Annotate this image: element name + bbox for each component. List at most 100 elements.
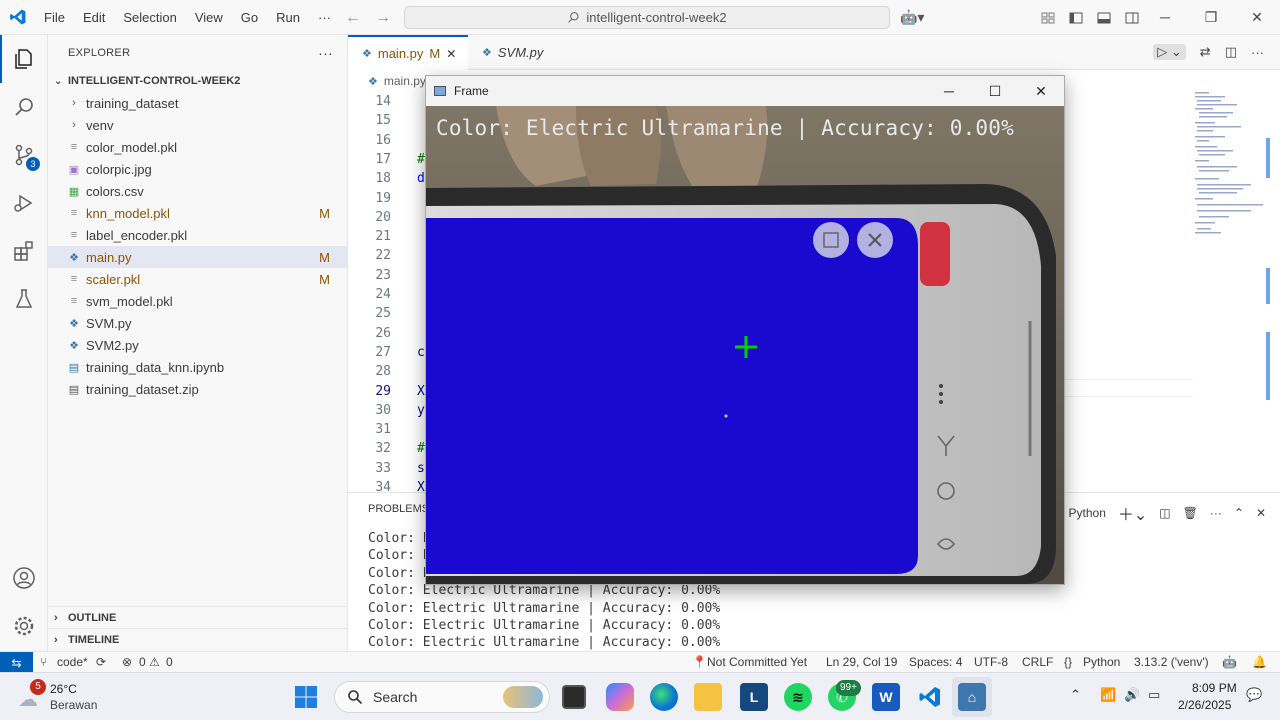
encoding[interactable]: UTF-8 — [974, 652, 1008, 672]
menu-selection[interactable]: Selection — [114, 0, 185, 35]
split-editor-icon[interactable]: ◫ — [1225, 44, 1237, 60]
code-line[interactable]: # — [417, 152, 425, 167]
frame-minimize-icon[interactable]: ─ — [926, 76, 972, 106]
branch-name[interactable]: code* — [57, 652, 88, 672]
tree-item-knn-model-pkl[interactable]: ≡ knn_model.pkl M — [48, 202, 347, 224]
tree-item-training-data-knn-ipynb[interactable]: ▤ training_data_knn.ipynb — [48, 356, 347, 378]
tree-item-training-dataset-zip[interactable]: ▤ training_dataset.zip — [48, 378, 347, 400]
tab-main-py[interactable]: ❖ main.py M ✕ — [348, 35, 468, 70]
maximize-panel-icon[interactable]: ⌃ — [1234, 506, 1244, 520]
frame-window[interactable]: Frame ─ ☐ ✕ Color: Electric Ultramarine … — [425, 75, 1065, 585]
error-count[interactable]: 0 — [139, 652, 146, 672]
task-view-icon[interactable] — [562, 685, 586, 709]
tree-item-svm2-py[interactable]: ❖ SVM2.py — [48, 334, 347, 356]
spotify-icon[interactable]: ≋ — [784, 683, 812, 711]
close-panel-icon[interactable]: ✕ — [1256, 506, 1266, 520]
file-explorer-icon[interactable] — [694, 683, 722, 711]
edge-browser-icon[interactable] — [650, 683, 678, 711]
code-line[interactable]: # — [417, 441, 425, 456]
run-python-file-icon[interactable]: ▷ ⌄ — [1153, 44, 1186, 60]
indentation[interactable]: Spaces: 4 — [909, 652, 962, 672]
split-terminal-icon[interactable]: ◫ — [1159, 506, 1170, 520]
menu-more[interactable]: ··· — [309, 0, 340, 35]
forward-arrow-icon[interactable]: → — [375, 0, 391, 35]
python-interpreter[interactable]: 3.13.2 ('venv') — [1134, 652, 1209, 672]
accounts-icon[interactable] — [0, 554, 48, 602]
code-line[interactable]: c — [417, 345, 425, 360]
restore-icon[interactable]: ❐ — [1188, 0, 1234, 35]
chevron-up-icon[interactable]: ⌃ — [1070, 687, 1081, 703]
extensions-icon[interactable] — [0, 227, 48, 275]
compare-changes-icon[interactable]: ⇄ — [1200, 44, 1211, 60]
run-debug-icon[interactable] — [0, 179, 48, 227]
tree-item-training-dataset[interactable]: › training_dataset — [48, 92, 347, 114]
start-button[interactable] — [294, 685, 318, 709]
warning-count[interactable]: 0 — [166, 652, 173, 672]
code-line[interactable]: y — [417, 403, 425, 418]
frame-close-icon[interactable]: ✕ — [1018, 76, 1064, 106]
tab-svm-py[interactable]: ❖ SVM.py — [468, 35, 578, 70]
search-icon[interactable] — [0, 83, 48, 131]
word-icon[interactable]: W — [872, 683, 900, 711]
clock-date[interactable]: 2/26/2025 — [1178, 698, 1231, 712]
frame-maximize-icon[interactable]: ☐ — [972, 76, 1018, 106]
explorer-icon[interactable] — [0, 35, 48, 83]
more-actions-icon[interactable]: ··· — [1210, 506, 1222, 520]
minimap[interactable] — [1193, 92, 1268, 237]
tree-item-color-model-pkl[interactable]: ≡ color_model.pkl — [48, 136, 347, 158]
notifications-bell-icon[interactable]: 🔔 — [1252, 652, 1267, 672]
battery-icon[interactable]: ▭ — [1148, 687, 1160, 703]
menu-run[interactable]: Run — [267, 0, 309, 35]
timeline-section[interactable]: › TIMELINE — [48, 628, 348, 650]
frame-title-bar[interactable]: Frame ─ ☐ ✕ — [426, 76, 1064, 106]
testing-icon[interactable] — [0, 275, 48, 323]
menu-view[interactable]: View — [186, 0, 232, 35]
sync-icon[interactable]: ⟳ — [96, 652, 106, 672]
close-icon[interactable]: ✕ — [1234, 0, 1280, 35]
copilot-status-icon[interactable]: 🤖 — [1222, 652, 1237, 672]
cursor-position[interactable]: Ln 29, Col 19 — [826, 652, 897, 672]
code-line[interactable]: d — [417, 171, 425, 186]
settings-gear-icon[interactable] — [0, 602, 48, 650]
toggle-sidebar-icon[interactable] — [1068, 10, 1084, 26]
taskbar-search[interactable]: Search — [334, 681, 550, 713]
notifications-icon[interactable]: 💬 — [1246, 687, 1262, 703]
language-mode[interactable]: Python — [1083, 652, 1120, 672]
tree-item-main-py[interactable]: ❖ main.py M — [48, 246, 347, 268]
volume-icon[interactable]: 🔊 — [1124, 687, 1140, 703]
code-line[interactable]: s — [417, 461, 425, 476]
weather-widget[interactable]: ☁ 5 26°C Berawan — [16, 679, 106, 715]
python-app-icon[interactable]: ⌂ — [958, 683, 986, 711]
source-control-icon[interactable]: 3 — [0, 131, 48, 179]
explorer-more-button[interactable]: ··· — [318, 45, 333, 61]
code-line[interactable]: X — [417, 384, 425, 399]
tree-item-label-encoder-pkl[interactable]: ≡ label_encoder.pkl — [48, 224, 347, 246]
remote-indicator-icon[interactable]: ⇆ — [0, 652, 33, 673]
tab-problems[interactable]: PROBLEMS — [368, 503, 429, 515]
close-tab-icon[interactable]: ✕ — [446, 47, 456, 61]
tree-item-colors-csv[interactable]: ▦ colors.csv — [48, 180, 347, 202]
menu-edit[interactable]: Edit — [74, 0, 114, 35]
wifi-icon[interactable]: 📶 — [1100, 687, 1116, 703]
breadcrumb-file[interactable]: main.py — [384, 74, 426, 88]
copilot-icon[interactable]: 🤖▾ — [900, 9, 924, 26]
line-ending[interactable]: CRLF — [1022, 652, 1053, 672]
outline-section[interactable]: › OUTLINE — [48, 606, 348, 628]
tree-item-scaler-pkl[interactable]: ≡ scaler.pkl M — [48, 268, 347, 290]
clock-time[interactable]: 8:09 PM — [1192, 681, 1237, 695]
minimize-icon[interactable]: ─ — [1142, 0, 1188, 35]
tree-item-colorpic-jpg[interactable]: ▣ colorpic.jpg — [48, 158, 347, 180]
l-app-icon[interactable]: L — [740, 683, 768, 711]
workspace-folder[interactable]: ⌄ INTELLIGENT-CONTROL-WEEK2 — [48, 70, 347, 92]
menu-file[interactable]: File — [35, 0, 74, 35]
toggle-secondary-sidebar-icon[interactable] — [1124, 10, 1140, 26]
command-center[interactable]: intelligent-control-week2 — [404, 6, 890, 29]
tree-item-venv[interactable]: › venv — [48, 114, 347, 136]
copilot-app-icon[interactable] — [606, 683, 634, 711]
more-actions-icon[interactable]: ··· — [1251, 45, 1264, 60]
menu-go[interactable]: Go — [232, 0, 267, 35]
terminal-name[interactable]: Python — [1069, 506, 1106, 520]
trash-icon[interactable]: 🗑 — [1183, 506, 1198, 520]
back-arrow-icon[interactable]: ← — [345, 0, 361, 35]
git-blame[interactable]: Not Committed Yet — [707, 652, 807, 672]
